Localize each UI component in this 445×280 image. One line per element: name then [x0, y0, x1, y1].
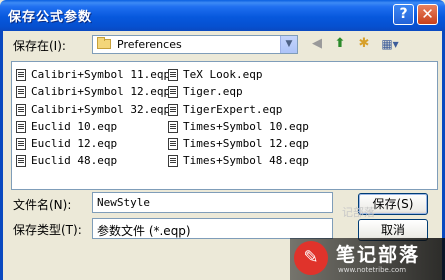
document-icon	[168, 86, 178, 99]
list-item[interactable]: Times+Symbol 48.eqp	[168, 152, 309, 169]
list-item[interactable]: TigerExpert.eqp	[168, 101, 309, 118]
list-item[interactable]: Calibri+Symbol 12.eqp	[16, 83, 170, 100]
watermark: ✎ 笔记部落 www.notetribe.com	[290, 238, 445, 280]
document-icon	[16, 86, 26, 99]
document-icon	[16, 120, 26, 133]
save-in-label: 保存在(I):	[13, 39, 66, 53]
document-icon	[16, 155, 26, 168]
close-button[interactable]: ✕	[417, 4, 438, 25]
watermark-title: 笔记部落	[336, 244, 421, 266]
file-column-2: TeX Look.eqp Tiger.eqp TigerExpert.eqp T…	[168, 66, 309, 170]
save-in-value: Preferences	[117, 38, 182, 51]
document-icon	[168, 103, 178, 116]
list-item[interactable]: Calibri+Symbol 32.eqp	[16, 101, 170, 118]
list-item[interactable]: Euclid 10.eqp	[16, 118, 170, 135]
list-item[interactable]: Times+Symbol 12.eqp	[168, 135, 309, 152]
file-column-1: Calibri+Symbol 11.eqp Calibri+Symbol 12.…	[16, 66, 170, 170]
filetype-value: 参数文件 (*.eqp)	[97, 224, 191, 238]
filename-input[interactable]: NewStyle	[92, 192, 333, 213]
dialog-title: 保存公式参数	[8, 10, 93, 25]
document-icon	[16, 69, 26, 81]
list-item[interactable]: Euclid 48.eqp	[16, 152, 170, 169]
document-icon	[168, 120, 178, 133]
save-in-combobox[interactable]: Preferences ▼	[92, 35, 298, 54]
new-folder-icon[interactable]: ✱	[355, 35, 373, 53]
document-icon	[16, 138, 26, 151]
document-icon	[168, 155, 178, 168]
watermark-url: www.notetribe.com	[338, 266, 407, 274]
file-list[interactable]: Calibri+Symbol 11.eqp Calibri+Symbol 12.…	[11, 61, 438, 190]
list-item[interactable]: Euclid 12.eqp	[16, 135, 170, 152]
filetype-label: 保存类型(T):	[13, 223, 82, 237]
pen-logo-icon: ✎	[294, 241, 328, 275]
filename-label: 文件名(N):	[13, 198, 72, 212]
document-icon	[168, 69, 178, 81]
up-folder-icon[interactable]: ⬆	[331, 35, 349, 53]
document-icon	[16, 103, 26, 116]
chevron-down-icon[interactable]: ▼	[280, 36, 297, 53]
list-item[interactable]: Tiger.eqp	[168, 83, 309, 100]
window-frame-left	[0, 31, 3, 280]
list-item[interactable]: Times+Symbol 10.eqp	[168, 118, 309, 135]
list-item[interactable]: TeX Look.eqp	[168, 66, 309, 83]
title-bar[interactable]: 保存公式参数 ? ✕	[0, 0, 445, 31]
filetype-combobox[interactable]: 参数文件 (*.eqp)	[92, 218, 333, 239]
watermark-faint-text: 记部落	[342, 206, 375, 219]
list-item[interactable]: Calibri+Symbol 11.eqp	[16, 66, 170, 83]
document-icon	[168, 138, 178, 151]
back-icon[interactable]: ◀	[308, 35, 326, 53]
views-menu-icon[interactable]: ▦▾	[378, 35, 402, 53]
folder-icon	[97, 37, 111, 49]
help-button[interactable]: ?	[393, 4, 414, 25]
